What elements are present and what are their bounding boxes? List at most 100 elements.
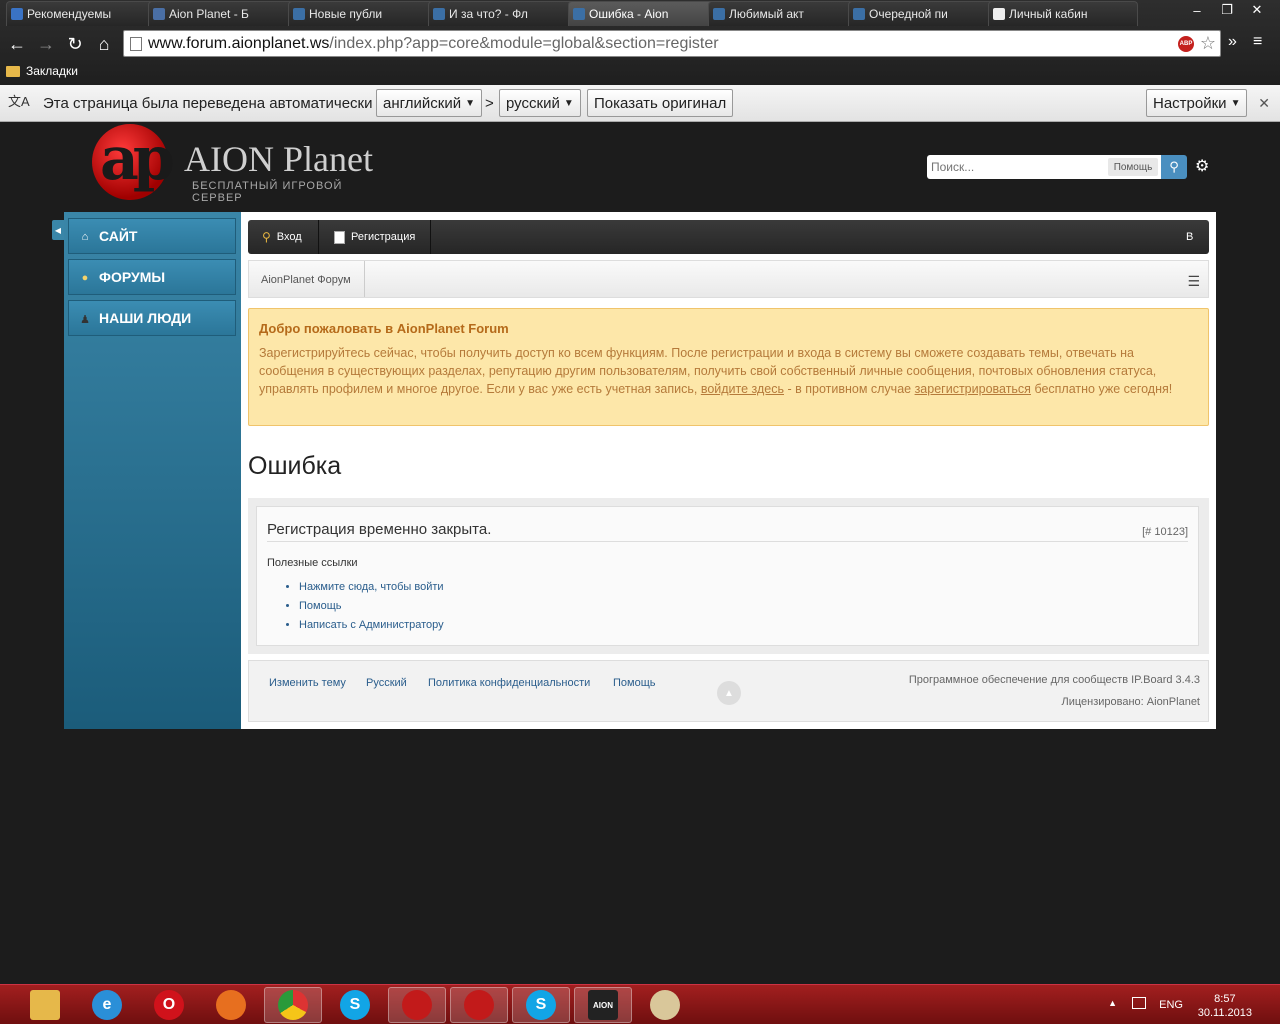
tab-for-what[interactable]: И за что? - Фл	[428, 1, 578, 26]
taskbar-paint[interactable]	[636, 987, 694, 1023]
error-code: [# 10123]	[1142, 526, 1188, 538]
translate-to-select[interactable]: русский ▼	[499, 89, 581, 117]
search-help-button[interactable]: Помощь	[1108, 158, 1158, 176]
taskbar-explorer[interactable]	[16, 987, 74, 1023]
tab-favorite[interactable]: Любимый акт	[708, 1, 858, 26]
network-icon[interactable]	[1132, 997, 1146, 1009]
ie-icon: e	[92, 990, 122, 1020]
maximize-button[interactable]: ❐	[1212, 0, 1242, 20]
language-link[interactable]: Русский	[366, 677, 407, 689]
palette-icon	[650, 990, 680, 1020]
taskbar-ie[interactable]: e	[78, 987, 136, 1023]
tab-aion-planet[interactable]: Aion Planet - Б	[148, 1, 298, 26]
aionplanet-icon	[464, 990, 494, 1020]
footer-help-link[interactable]: Помощь	[613, 677, 656, 689]
url-host: www.forum.aionplanet.ws	[148, 34, 330, 52]
register-inline-link[interactable]: зарегистрироваться	[915, 382, 1031, 396]
chrome-menu-button[interactable]: ≡	[1253, 33, 1262, 51]
divider	[318, 220, 319, 254]
list-icon[interactable]: ☰	[1187, 273, 1200, 290]
sidebar-item-people[interactable]: ♟ НАШИ ЛЮДИ	[68, 300, 236, 336]
page-title: Ошибка	[248, 452, 342, 480]
sidebar-collapse-icon[interactable]: ◀	[52, 220, 64, 240]
register-link[interactable]: Регистрация	[334, 220, 415, 254]
clock[interactable]: 8:57 30.11.2013	[1198, 992, 1252, 1020]
translate-from-select[interactable]: английский ▼	[376, 89, 483, 117]
tab-error-active[interactable]: Ошибка - Aion	[568, 1, 718, 26]
bookmarks-folder[interactable]: Закладки	[26, 64, 78, 78]
translate-icon: 文A	[8, 94, 30, 109]
logo-title: AION Planet	[184, 139, 373, 179]
address-bar[interactable]: www.forum.aionplanet.ws/index.php?app=co…	[123, 30, 1221, 57]
error-panel: Регистрация временно закрыта. [# 10123] …	[248, 498, 1209, 654]
more-extensions-button[interactable]: »	[1228, 33, 1237, 51]
sidebar-item-site[interactable]: ⌂ САЙТ	[68, 218, 236, 254]
divider	[267, 541, 1188, 542]
tab-another[interactable]: Очередной пи	[848, 1, 998, 26]
link-help[interactable]: Помощь	[299, 600, 444, 612]
person-icon: ♟	[80, 313, 90, 326]
breadcrumb-forum[interactable]: AionPlanet Форум	[261, 274, 351, 286]
divider	[430, 220, 431, 254]
tab-recommended[interactable]: Рекомендуемы	[6, 1, 156, 26]
taskbar-opera[interactable]: O	[140, 987, 198, 1023]
tab-strip: Рекомендуемы Aion Planet - Б Новые публи…	[0, 0, 1190, 28]
key-icon: ⚲	[262, 230, 271, 244]
skype-icon: S	[526, 990, 556, 1020]
caret-down-icon: ▼	[563, 97, 574, 109]
forward-icon[interactable]: →	[34, 33, 58, 55]
adblock-icon[interactable]: ABP	[1178, 36, 1194, 52]
page-content: ap AION Planet БЕСПЛАТНЫЙ ИГРОВОЙ СЕРВЕР…	[0, 122, 1280, 982]
taskbar-chrome[interactable]	[264, 987, 322, 1023]
tab-new-posts[interactable]: Новые публи	[288, 1, 438, 26]
userbar-right-link[interactable]: В	[1186, 220, 1193, 254]
site-logo[interactable]: ap AION Planet БЕСПЛАТНЫЙ ИГРОВОЙ СЕРВЕР	[92, 124, 392, 204]
taskbar-aion-2[interactable]	[450, 987, 508, 1023]
gear-icon[interactable]: ⚙	[1195, 156, 1209, 176]
user-bar: ⚲ Вход Регистрация В	[248, 220, 1209, 254]
sidebar: ◀ ⌂ САЙТ ● ФОРУМЫ ♟ НАШИ ЛЮДИ	[52, 212, 241, 729]
taskbar-firefox[interactable]	[202, 987, 260, 1023]
forum-container: ◀ ⌂ САЙТ ● ФОРУМЫ ♟ НАШИ ЛЮДИ ⚲ Вход Рег…	[52, 212, 1216, 729]
welcome-text: Зарегистрируйтесь сейчас, чтобы получить…	[259, 346, 1173, 396]
taskbar-skype-2[interactable]: S	[512, 987, 570, 1023]
search-input[interactable]	[927, 155, 1107, 179]
sidebar-item-forums[interactable]: ● ФОРУМЫ	[68, 259, 236, 295]
privacy-policy-link[interactable]: Политика конфиденциальности	[428, 677, 590, 689]
licensed-to: Лицензировано: AionPlanet	[1061, 696, 1200, 708]
forum-icon	[433, 8, 445, 20]
taskbar-aion-1[interactable]	[388, 987, 446, 1023]
translate-close-icon[interactable]: ✕	[1258, 95, 1270, 112]
minimize-button[interactable]: –	[1182, 0, 1212, 20]
caret-down-icon: ▼	[465, 97, 476, 109]
firefox-icon	[216, 990, 246, 1020]
useful-links-list: Нажмите сюда, чтобы войти Помощь Написат…	[299, 581, 444, 638]
back-icon[interactable]: ←	[5, 33, 29, 55]
link-contact-admin[interactable]: Написать с Администратору	[299, 619, 444, 631]
translate-settings-button[interactable]: Настройки ▼	[1146, 89, 1248, 117]
forum-icon	[573, 8, 585, 20]
folder-icon	[6, 65, 20, 77]
language-indicator[interactable]: ENG	[1159, 999, 1183, 1011]
tray-expand-icon[interactable]: ▲	[1108, 998, 1117, 1008]
login-link[interactable]: ⚲ Вход	[262, 220, 302, 254]
taskbar-skype[interactable]: S	[326, 987, 384, 1023]
search-icon[interactable]: ⚲	[1161, 155, 1187, 179]
aionplanet-icon	[402, 990, 432, 1020]
back-to-top-icon[interactable]: ▲	[717, 681, 741, 705]
link-login[interactable]: Нажмите сюда, чтобы войти	[299, 581, 444, 593]
home-icon[interactable]: ⌂	[92, 33, 116, 55]
error-message: Регистрация временно закрыта.	[267, 521, 492, 538]
show-original-button[interactable]: Показать оригинал	[587, 89, 734, 117]
breadcrumb-separator	[355, 261, 365, 297]
change-theme-link[interactable]: Изменить тему	[269, 677, 346, 689]
bookmark-star-icon[interactable]: ☆	[1200, 33, 1216, 54]
login-here-link[interactable]: войдите здесь	[701, 382, 784, 396]
taskbar-aion-game[interactable]: AION	[574, 987, 632, 1023]
reload-icon[interactable]: ↻	[63, 33, 87, 55]
close-window-button[interactable]: ✕	[1242, 0, 1272, 20]
opera-icon: O	[154, 990, 184, 1020]
page-icon	[993, 8, 1005, 20]
tab-account[interactable]: Личный кабин	[988, 1, 1138, 26]
translate-infobar: 文A Эта страница была переведена автомати…	[0, 85, 1280, 122]
